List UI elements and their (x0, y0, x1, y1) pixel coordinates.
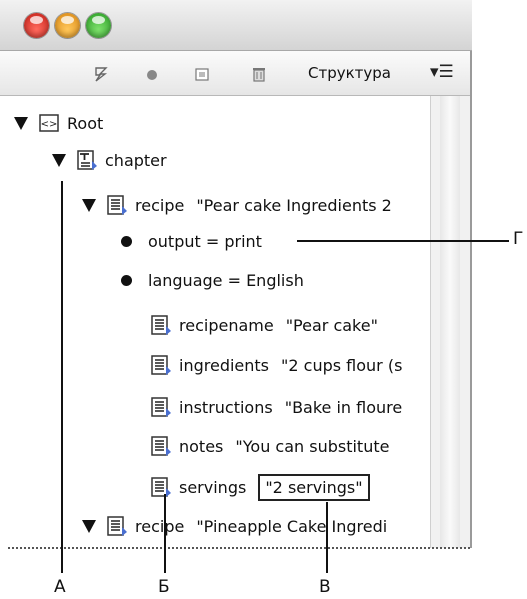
window-titlebar (0, 0, 472, 51)
attribute-bullet-icon (121, 235, 132, 247)
node-value: "You can substitute (235, 436, 390, 456)
node-label: instructions (179, 397, 273, 417)
attribute-label: language = English (148, 270, 304, 290)
panel-menu-button[interactable]: ▾☰ (430, 62, 454, 82)
panel-title: Структура (308, 64, 391, 82)
tree-node-root[interactable]: <> Root (14, 110, 103, 136)
callout-line-b (164, 494, 166, 573)
new-element-icon[interactable] (193, 65, 211, 83)
structure-tree: <> Root chapter recipe "Pear cake Ingred… (0, 96, 430, 548)
minimize-button[interactable] (55, 13, 80, 38)
callout-label-b: Б (158, 577, 170, 597)
tree-node-notes[interactable]: notes "You can substitute (150, 433, 389, 459)
tree-node-instructions[interactable]: instructions "Bake in floure (150, 394, 402, 420)
callout-label-a: А (54, 577, 66, 597)
tree-attribute-output[interactable]: output = print (121, 228, 262, 254)
text-element-icon (77, 150, 97, 170)
tree-node-recipe[interactable]: recipe "Pear cake Ingredients 2 (82, 192, 392, 218)
node-label: recipe (135, 516, 185, 536)
node-value: "Bake in floure (284, 397, 403, 417)
node-label: notes (179, 436, 224, 456)
node-value: "Pear cake" (285, 315, 378, 335)
element-icon (151, 436, 171, 456)
element-icon (151, 315, 171, 335)
tree-node-ingredients[interactable]: ingredients "2 cups flour (s (150, 352, 402, 378)
tree-node-recipe-2[interactable]: recipe "Pineapple Cake Ingredi (82, 513, 387, 539)
script-icon[interactable] (92, 65, 110, 83)
attribute-bullet-icon (121, 274, 132, 286)
tree-node-servings[interactable]: servings "2 servings" (150, 473, 370, 501)
node-value: "Pear cake Ingredients 2 (196, 195, 392, 215)
expand-triangle-icon[interactable] (82, 198, 96, 212)
expand-triangle-icon[interactable] (14, 116, 28, 130)
record-icon[interactable] (143, 65, 161, 83)
trash-icon[interactable] (250, 65, 268, 83)
node-label: servings (179, 477, 247, 497)
element-icon (107, 195, 127, 215)
callout-label-v: В (319, 577, 331, 597)
panel-toolbar: Структура ▾☰ (0, 51, 472, 96)
scrollbar-track[interactable] (440, 96, 460, 548)
callout-line-v (326, 502, 328, 573)
root-element-icon: <> (39, 114, 59, 132)
close-button[interactable] (24, 13, 49, 38)
svg-text:<>: <> (41, 119, 58, 130)
expand-triangle-icon[interactable] (82, 519, 96, 533)
tree-attribute-language[interactable]: language = English (121, 267, 304, 293)
callout-line-g (297, 240, 509, 242)
node-value: "2 cups flour (s (281, 355, 403, 375)
panel-right-edge (470, 51, 472, 548)
element-icon (107, 516, 127, 536)
vertical-scrollbar[interactable] (430, 96, 471, 548)
node-label: chapter (105, 150, 167, 170)
structure-panel: Структура ▾☰ <> Root chapter recipe "Pea… (0, 0, 472, 548)
node-label: recipe (135, 195, 185, 215)
callout-line-a (61, 181, 63, 573)
zoom-button[interactable] (86, 13, 111, 38)
element-icon (151, 355, 171, 375)
node-label: recipename (179, 315, 274, 335)
expand-triangle-icon[interactable] (52, 153, 66, 167)
node-value: "Pineapple Cake Ingredi (196, 516, 388, 536)
node-label: Root (67, 113, 104, 133)
element-icon (151, 397, 171, 417)
cut-line (8, 547, 470, 549)
callout-label-g: Г (513, 229, 524, 249)
node-value-highlight: "2 servings" (258, 473, 370, 501)
element-icon (151, 477, 171, 497)
tree-node-recipename[interactable]: recipename "Pear cake" (150, 312, 378, 338)
node-label: ingredients (179, 355, 270, 375)
tree-node-chapter[interactable]: chapter (52, 147, 167, 173)
attribute-label: output = print (148, 231, 262, 251)
